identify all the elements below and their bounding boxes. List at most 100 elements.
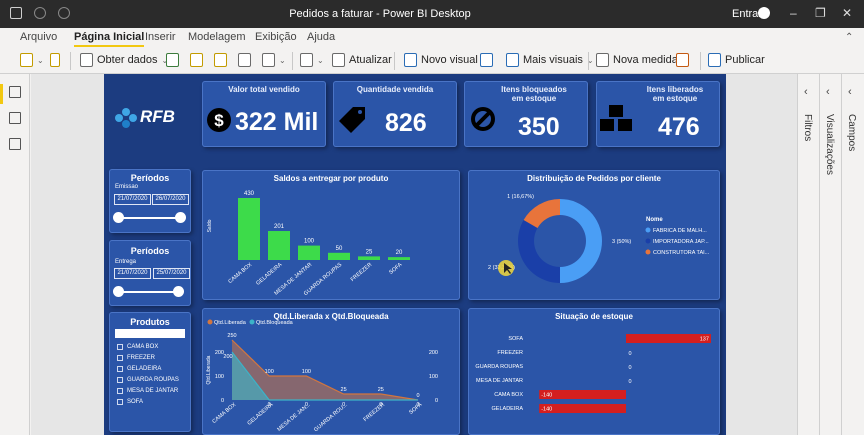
slicer-periodos-emissao[interactable]: Períodos Emissao 21/07/2020 26/07/2020	[109, 169, 191, 233]
sql-server-button[interactable]	[214, 53, 227, 67]
area-chart-svg: Qtd.Liberada Qtd.Bloqueada Qtd.Liberada 0 0 1…	[206, 319, 438, 434]
data-label: 201	[274, 224, 285, 230]
recent-sources-button[interactable]: ⌄	[262, 53, 286, 67]
tick-label-x: GUARDA ROU...	[313, 402, 349, 434]
transform-icon	[300, 53, 313, 67]
tick-label-x: GELADEIRA	[247, 402, 275, 427]
data-label: 100	[304, 239, 315, 245]
produto-item[interactable]: GELADEIRA	[117, 363, 179, 374]
bar	[626, 334, 711, 343]
tick-label-x: GELADEIRA	[255, 262, 283, 287]
refresh-button[interactable]: Atualizar	[332, 53, 392, 67]
bar	[539, 404, 626, 413]
text-box-button[interactable]	[480, 53, 493, 67]
checkbox[interactable]	[117, 343, 123, 350]
produto-item[interactable]: FREEZER	[117, 352, 179, 363]
publish-button[interactable]: Publicar	[708, 53, 765, 67]
kpi-card-itens-bloqueados[interactable]: Itens bloqueados em estoque 350	[464, 81, 588, 147]
checkbox[interactable]	[117, 365, 123, 372]
model-view-icon[interactable]	[9, 138, 21, 150]
chevron-left-icon[interactable]: ‹	[826, 86, 830, 98]
paste-button[interactable]: ⌄	[20, 53, 44, 67]
get-data-button[interactable]: Obter dados ⌄	[80, 53, 168, 67]
date-start-input[interactable]: 21/07/2020	[114, 194, 151, 205]
tick-label-y: 100	[215, 374, 224, 380]
produto-item[interactable]: GUARDA ROUPAS	[117, 374, 179, 385]
date-end-input[interactable]: 25/07/2020	[153, 268, 190, 279]
date-end-input[interactable]: 26/07/2020	[152, 194, 189, 205]
excel-button[interactable]	[166, 53, 179, 67]
produto-label: GELADEIRA	[127, 365, 162, 372]
pane-label[interactable]: Visualizações	[824, 114, 835, 175]
slicer-label: Emissao	[115, 184, 139, 190]
close-icon[interactable]: ✕	[842, 6, 852, 20]
checkbox[interactable]	[117, 387, 123, 394]
slider-end-handle[interactable]	[173, 286, 184, 297]
enter-data-button[interactable]	[238, 53, 251, 67]
kpi-card-itens-liberados[interactable]: Itens liberados em estoque 476	[596, 81, 720, 147]
report-view-icon[interactable]	[9, 86, 21, 98]
calculator-icon	[596, 53, 609, 67]
format-painter-button[interactable]	[50, 53, 60, 67]
pane-filtros[interactable]: ‹ Filtros	[797, 74, 819, 435]
data-label: 430	[244, 191, 255, 197]
legend-title: Nome	[646, 217, 663, 223]
new-visual-button[interactable]: Novo visual	[404, 53, 478, 67]
data-label: -140	[541, 393, 552, 399]
pane-label[interactable]: Filtros	[802, 114, 813, 141]
produto-search-input[interactable]	[115, 329, 185, 338]
dollar-icon: $	[207, 108, 231, 132]
bar	[238, 198, 260, 260]
tab-modelagem[interactable]: Modelagem	[188, 31, 245, 43]
data-label: 0	[628, 365, 631, 371]
kpi-card-valor-total[interactable]: Valor total vendido $ 322 Mil	[202, 81, 326, 147]
pane-visualizacoes[interactable]: ‹ Visualizações	[819, 74, 841, 435]
data-view-icon[interactable]	[9, 112, 21, 124]
pane-campos[interactable]: ‹ Campos	[841, 74, 863, 435]
more-visuals-button[interactable]: Mais visuais ⌄	[506, 53, 594, 67]
produto-label: FREEZER	[127, 354, 156, 361]
excel-icon	[166, 53, 179, 67]
ribbon: ⌄ Obter dados ⌄ ⌄ ⌄ Atualizar Novo visual…	[0, 48, 864, 74]
checkbox[interactable]	[117, 398, 123, 405]
minimize-icon[interactable]: –	[790, 6, 797, 20]
clipboard-icon	[20, 53, 33, 67]
tab-ajuda[interactable]: Ajuda	[307, 31, 335, 43]
tab-pagina-inicial[interactable]: Página Inicial	[74, 31, 145, 47]
new-measure-button[interactable]: Nova medida	[596, 53, 678, 67]
checkbox[interactable]	[117, 376, 123, 383]
kpi-card-quantidade-vendida[interactable]: Quantidade vendida 826	[333, 81, 457, 147]
tab-arquivo[interactable]: Arquivo	[20, 31, 57, 43]
slider-end-handle[interactable]	[175, 212, 186, 223]
transform-data-button[interactable]: ⌄	[300, 53, 324, 67]
restore-icon[interactable]: ❐	[815, 6, 826, 20]
slider-start-handle[interactable]	[113, 212, 124, 223]
slicer-produtos[interactable]: Produtos CAMA BOX FREEZER GELADEIRA GUAR…	[109, 312, 191, 432]
produto-label: MESA DE JANTAR	[127, 387, 179, 394]
slicer-periodos-entrega[interactable]: Períodos Entrega 21/07/2020 25/07/2020	[109, 240, 191, 306]
produto-item[interactable]: MESA DE JANTAR	[117, 385, 179, 396]
kpi-title: Quantidade vendida	[356, 85, 434, 94]
tab-exibicao[interactable]: Exibição	[255, 31, 297, 43]
chevron-left-icon[interactable]: ‹	[848, 86, 852, 98]
chart-qtd-liberada-bloqueada[interactable]: Qtd.Liberada x Qtd.Bloqueada Qtd.Liberad…	[202, 308, 460, 435]
view-switcher	[0, 74, 30, 435]
chevron-left-icon[interactable]: ‹	[804, 86, 808, 98]
date-start-input[interactable]: 21/07/2020	[114, 268, 151, 279]
power-bi-datasets-button[interactable]	[190, 53, 203, 67]
checkbox[interactable]	[117, 354, 123, 361]
report-page: RFB Valor total vendido $ 322 Mil Quanti…	[104, 74, 726, 435]
produto-item[interactable]: SOFA	[117, 396, 179, 407]
chart-situacao-estoque[interactable]: Situação de estoque SOFA 137 FREEZER 0 GUARD…	[468, 308, 720, 435]
avatar[interactable]	[758, 7, 770, 19]
chart-distribuicao-pedidos[interactable]: Distribuição de Pedidos por cliente 3 (5…	[468, 170, 720, 300]
tab-inserir[interactable]: Inserir	[145, 31, 176, 43]
chart-saldos-a-entregar[interactable]: Saldos a entregar por produto Saldo 430 CA…	[202, 170, 460, 300]
collapse-ribbon-icon[interactable]: ⌃	[845, 32, 853, 43]
slider-start-handle[interactable]	[113, 286, 124, 297]
pane-label[interactable]: Campos	[846, 114, 857, 151]
data-label: 0	[416, 393, 419, 399]
data-label: 50	[336, 246, 343, 252]
sensitivity-button[interactable]	[676, 53, 689, 67]
produto-item[interactable]: CAMA BOX	[117, 341, 179, 352]
